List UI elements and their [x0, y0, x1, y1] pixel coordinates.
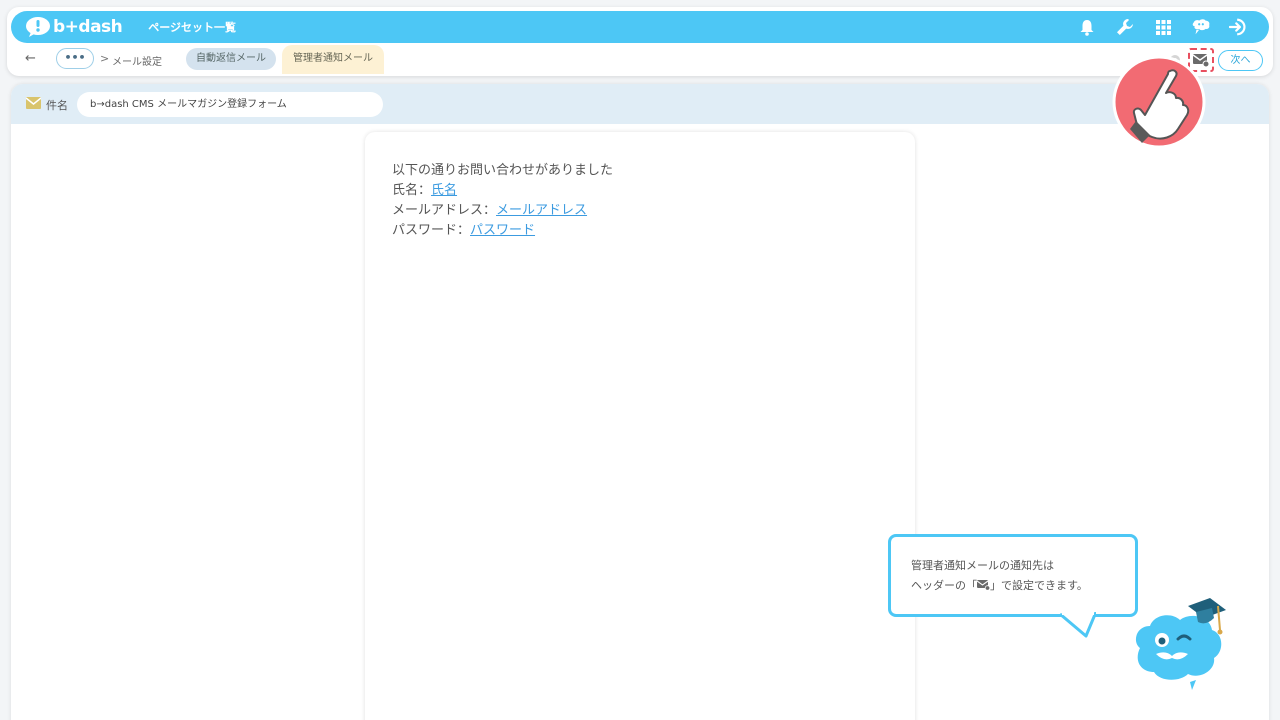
tooltip-line-2-post: 」で設定できます。: [990, 579, 1088, 592]
tab-admin-notify-mail[interactable]: 管理者通知メール: [282, 45, 384, 74]
wrench-icon[interactable]: [1115, 17, 1135, 37]
logout-icon[interactable]: [1229, 17, 1249, 37]
breadcrumb-mail-settings[interactable]: メール設定: [112, 53, 162, 68]
tooltip-line-1: 管理者通知メールの通知先は: [911, 559, 1054, 572]
mail-name-line: 氏名：氏名: [392, 181, 613, 201]
hand-pointer-icon: [1112, 55, 1206, 149]
tooltip-line-2: ヘッダーの「 」で設定できます。: [911, 576, 1135, 596]
name-label: 氏名：: [392, 183, 432, 198]
tab-auto-reply-mail[interactable]: 自動返信メール: [186, 48, 276, 70]
help-tooltip: 管理者通知メールの通知先は ヘッダーの「 」で設定できます。: [888, 534, 1138, 617]
breadcrumb: ← ••• > メール設定 自動返信メール 管理者通知メール 次へ: [7, 45, 1273, 74]
next-button[interactable]: 次へ: [1218, 49, 1263, 71]
brain-icon[interactable]: [1191, 17, 1211, 37]
mail-body-text: 以下の通りお問い合わせがありました 氏名：氏名 メールアドレス：メールアドレス …: [392, 161, 613, 241]
breadcrumb-separator: >: [100, 52, 110, 65]
logo[interactable]: b+dash: [25, 16, 123, 38]
name-variable-link[interactable]: 氏名: [431, 183, 457, 198]
bell-icon[interactable]: [1077, 17, 1097, 37]
logo-bubble-icon: [26, 17, 50, 37]
subject-label: 件名: [46, 99, 68, 112]
grid-icon[interactable]: [1153, 17, 1173, 37]
header-card: b+dash ページセット一覧 ← ••• > メール設定 自動返信メール 管理…: [7, 7, 1273, 76]
mail-gear-icon: [976, 580, 991, 591]
tooltip-line-2-pre: ヘッダーの「: [911, 579, 977, 592]
page-title[interactable]: ページセット一覧: [148, 19, 236, 35]
mail-password-line: パスワード：パスワード: [392, 221, 613, 241]
subject-bar: 件名 b→dash CMS メールマガジン登録フォーム: [11, 84, 1269, 124]
mail-intro-line: 以下の通りお問い合わせがありました: [392, 163, 614, 178]
top-nav-bar: b+dash ページセット一覧: [11, 11, 1269, 43]
mascot-character-icon: [1135, 598, 1226, 690]
more-menu-button[interactable]: •••: [56, 48, 94, 69]
envelope-icon: [26, 97, 41, 109]
tooltip-tail: [1060, 612, 1096, 638]
password-variable-link[interactable]: パスワード: [470, 223, 535, 238]
back-arrow-icon[interactable]: ←: [25, 51, 36, 66]
subject-input[interactable]: b→dash CMS メールマガジン登録フォーム: [77, 92, 383, 117]
password-label: パスワード：: [392, 223, 471, 238]
email-label: メールアドレス：: [392, 203, 497, 218]
top-icons: [1077, 11, 1249, 43]
logo-text: b+dash: [53, 17, 123, 37]
email-variable-link[interactable]: メールアドレス: [496, 203, 587, 218]
mail-body-editor[interactable]: 以下の通りお問い合わせがありました 氏名：氏名 メールアドレス：メールアドレス …: [365, 132, 915, 720]
mail-email-line: メールアドレス：メールアドレス: [392, 201, 613, 221]
